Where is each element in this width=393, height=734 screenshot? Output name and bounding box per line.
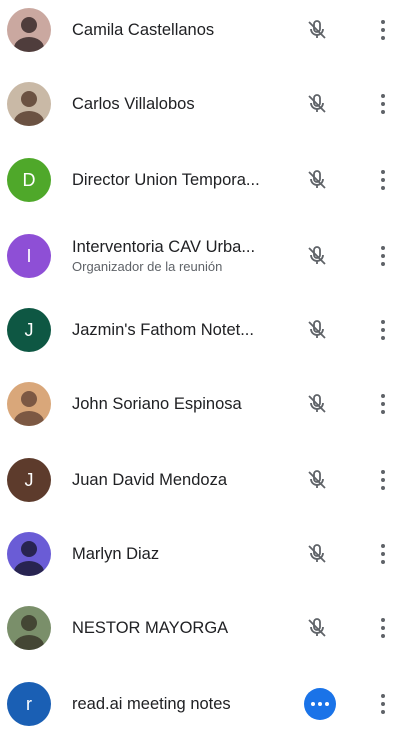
participant-name: Juan David Mendoza (72, 471, 228, 489)
participant-name: Camila Castellanos (72, 21, 215, 39)
avatar-initial: J (24, 469, 34, 490)
avatar-photo (7, 382, 51, 426)
participant-name: Marlyn Diaz (72, 545, 160, 563)
participant-avatar (7, 382, 51, 426)
avatar-initial: D (22, 169, 36, 190)
participant-info: Jazmin's Fathom Notet... (72, 320, 292, 340)
participant-avatar: D (7, 158, 51, 202)
participant-info: Juan David Mendoza (72, 470, 292, 490)
participant-name: Carlos Villalobos (72, 95, 195, 113)
participant-avatar: r (7, 682, 51, 726)
participant-avatar (7, 606, 51, 650)
participant-row[interactable]: I Interventoria CAV Urba... Organizador de… (0, 226, 393, 286)
participant-row[interactable]: Camila Castellanos (0, 0, 393, 60)
participant-name: Jazmin's Fathom Notet... (72, 321, 254, 339)
mic-off-icon (303, 540, 331, 568)
more-vert-icon[interactable] (371, 466, 393, 494)
participant-role: Organizador de la reunión (72, 259, 223, 274)
mic-off-icon (303, 242, 331, 270)
avatar-initial: J (24, 319, 34, 340)
mic-off-icon (303, 90, 331, 118)
participant-name: Director Union Tempora... (72, 171, 260, 189)
mic-off-icon (303, 390, 331, 418)
participant-avatar: J (7, 308, 51, 352)
avatar-photo (7, 82, 51, 126)
participant-row[interactable]: Marlyn Diaz (0, 524, 393, 584)
more-vert-icon[interactable] (371, 614, 393, 642)
participant-info: read.ai meeting notes (72, 694, 292, 714)
mic-off-icon (303, 614, 331, 642)
participant-name: NESTOR MAYORGA (72, 619, 229, 637)
mic-off-icon (303, 166, 331, 194)
more-vert-icon[interactable] (371, 242, 393, 270)
participant-info: Interventoria CAV Urba... Organizador de … (72, 237, 292, 275)
participant-avatar (7, 532, 51, 576)
participant-name: Interventoria CAV Urba... (72, 238, 256, 256)
participant-info: Camila Castellanos (72, 20, 292, 40)
participant-info: NESTOR MAYORGA (72, 618, 292, 638)
speaking-indicator-icon (304, 688, 336, 720)
mic-off-icon (303, 466, 331, 494)
mic-off-icon (303, 16, 331, 44)
participant-list: Camila Castellanos Carlos Villalobos D Dire… (0, 0, 393, 726)
participant-avatar (7, 8, 51, 52)
participant-row[interactable]: J Juan David Mendoza (0, 450, 393, 510)
participant-info: Director Union Tempora... (72, 170, 292, 190)
participant-avatar: J (7, 458, 51, 502)
participant-avatar: I (7, 234, 51, 278)
more-vert-icon[interactable] (371, 540, 393, 568)
participant-avatar (7, 82, 51, 126)
more-vert-icon[interactable] (371, 316, 393, 344)
avatar-initial: I (26, 245, 32, 266)
avatar-photo (7, 8, 51, 52)
participant-row[interactable]: r read.ai meeting notes (0, 674, 393, 734)
participant-row[interactable]: D Director Union Tempora... (0, 150, 393, 210)
avatar-photo (7, 532, 51, 576)
avatar-photo (7, 606, 51, 650)
participant-row[interactable]: John Soriano Espinosa (0, 374, 393, 434)
more-vert-icon[interactable] (371, 166, 393, 194)
more-vert-icon[interactable] (371, 390, 393, 418)
mic-off-icon (303, 316, 331, 344)
participant-info: Marlyn Diaz (72, 544, 292, 564)
avatar-initial: r (26, 693, 32, 714)
participant-info: Carlos Villalobos (72, 94, 292, 114)
participant-name: John Soriano Espinosa (72, 395, 242, 413)
more-vert-icon[interactable] (371, 90, 393, 118)
participant-name: read.ai meeting notes (72, 695, 231, 713)
participant-row[interactable]: NESTOR MAYORGA (0, 598, 393, 658)
more-vert-icon[interactable] (371, 690, 393, 718)
participant-info: John Soriano Espinosa (72, 394, 292, 414)
participant-row[interactable]: J Jazmin's Fathom Notet... (0, 300, 393, 360)
participant-row[interactable]: Carlos Villalobos (0, 74, 393, 134)
more-vert-icon[interactable] (371, 16, 393, 44)
